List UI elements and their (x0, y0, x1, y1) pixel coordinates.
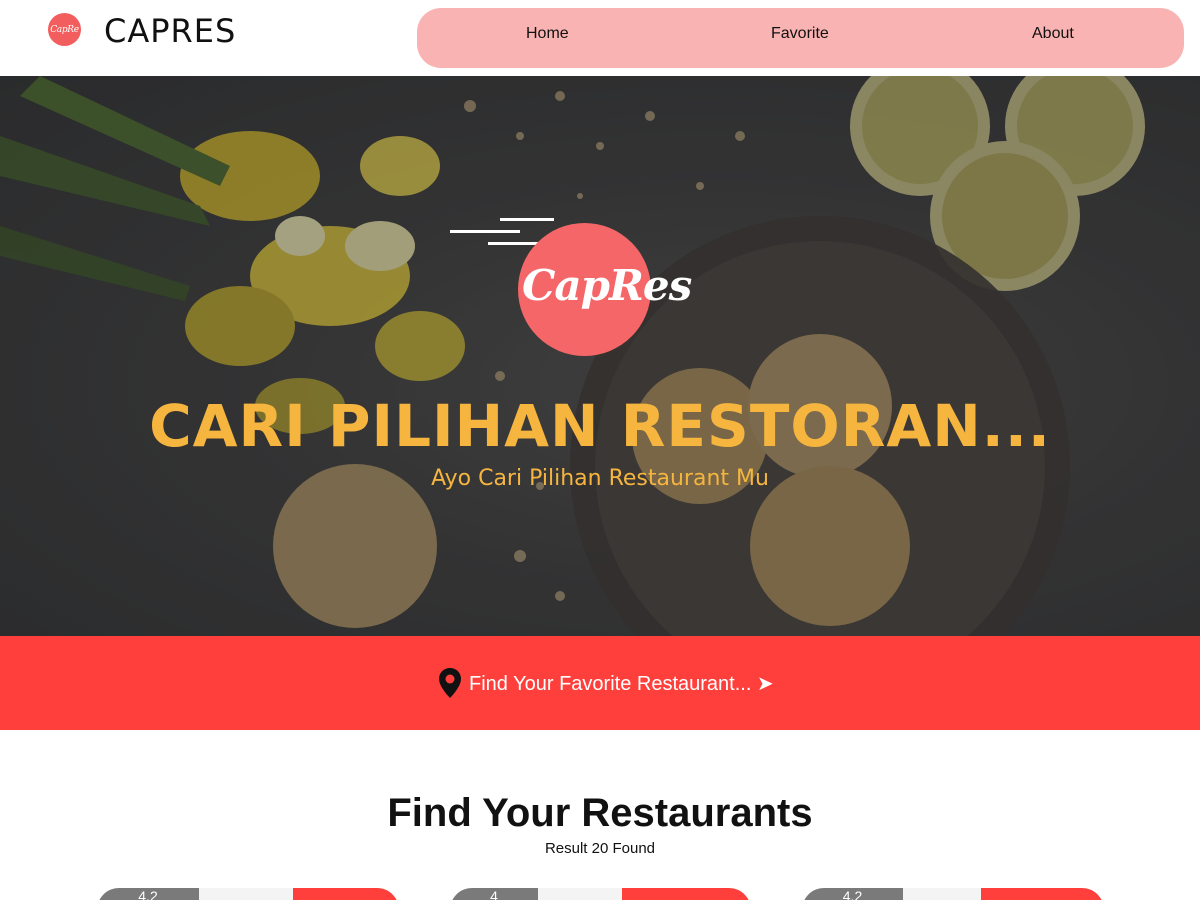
nav-favorite-link[interactable]: Favorite (771, 25, 829, 43)
rating-badge: 4.2 (802, 888, 903, 900)
find-restaurant-button[interactable]: Find Your Favorite Restaurant... ➤ (437, 667, 774, 699)
result-count: Result 20 Found (544, 840, 656, 857)
section-title: Find Your Restaurants (387, 791, 813, 835)
hero-overlay (0, 76, 1200, 636)
hero-subtitle: Ayo Cari Pilihan Restaurant Mu (431, 466, 769, 491)
brand-name: CAPRES (104, 12, 237, 50)
restaurant-card[interactable]: 4.2 (802, 888, 1104, 900)
nav-about-link[interactable]: About (1032, 25, 1074, 43)
main-nav: Home Favorite About (417, 8, 1184, 68)
hero-banner: CapRes CARI PILIHAN RESTORAN... Ayo Cari… (0, 76, 1200, 636)
top-header: CapRe CAPRES Home Favorite About (0, 0, 1200, 76)
rating-badge: 4.2 (97, 888, 199, 900)
card-image (199, 888, 293, 900)
restaurant-card[interactable]: 4.2 (97, 888, 399, 900)
rating-badge: 4 (450, 888, 538, 900)
card-header (293, 888, 399, 900)
find-restaurant-label: Find Your Favorite Restaurant... ➤ (469, 672, 774, 695)
location-pin-icon (439, 668, 461, 698)
card-header (981, 888, 1104, 900)
hero-title: CARI PILIHAN RESTORAN... (149, 392, 1051, 460)
nav-home-link[interactable]: Home (526, 25, 569, 43)
app-logo-text: CapRe (50, 24, 79, 35)
card-image (538, 888, 622, 900)
card-image (903, 888, 981, 900)
app-logo[interactable]: CapRe (48, 13, 81, 46)
hero-logo-text: CapRes (522, 261, 692, 310)
restaurant-card[interactable]: 4 (450, 888, 751, 900)
card-header (622, 888, 751, 900)
search-banner: Find Your Favorite Restaurant... ➤ (0, 636, 1200, 730)
